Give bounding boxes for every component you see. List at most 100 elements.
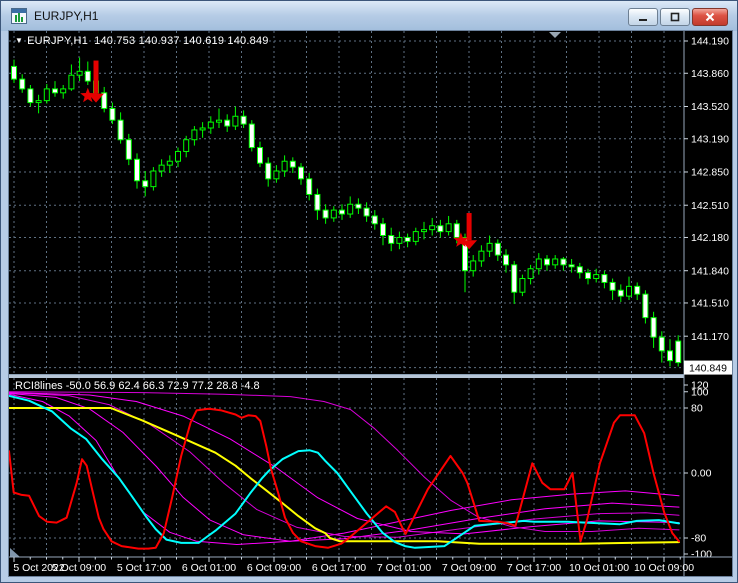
candle-body — [224, 119, 231, 127]
candle-body — [240, 115, 247, 125]
maximize-button[interactable] — [660, 8, 690, 26]
candle-body — [339, 209, 345, 215]
candle-body — [142, 180, 149, 188]
window-titlebar[interactable]: EURJPY,H1 — [1, 1, 737, 31]
candle-body — [667, 350, 673, 362]
candle-body — [134, 158, 140, 182]
candle-body — [306, 178, 313, 195]
candle-body — [519, 278, 526, 293]
symbol-ohlc-label: ▼ EURJPY,H1 140.753 140.937 140.619 140.8… — [15, 35, 269, 47]
candle-body — [675, 340, 682, 364]
candle-body — [35, 100, 42, 104]
symbol-dropdown-icon[interactable]: ▼ — [15, 36, 23, 45]
time-axis-label: 5 Oct 09:00 — [52, 562, 106, 574]
candle-body — [404, 236, 411, 242]
price-axis-label: 144.190 — [691, 36, 729, 48]
candle-body — [183, 139, 190, 152]
indicator-axis-label: -80 — [691, 533, 706, 545]
candle-body — [429, 225, 436, 231]
candle-body — [248, 123, 255, 149]
time-axis-label: 10 Oct 01:00 — [569, 562, 629, 574]
candle-body — [380, 223, 386, 237]
time-axis-label: 7 Oct 17:00 — [507, 562, 561, 574]
maximize-icon — [670, 12, 680, 22]
candle-body — [453, 223, 460, 238]
candle-body — [322, 209, 329, 219]
candle-body — [207, 121, 214, 129]
candle-body — [232, 115, 239, 127]
close-icon — [705, 12, 715, 22]
candle-body — [150, 170, 157, 188]
candle-body — [347, 203, 354, 215]
candle-body — [617, 289, 624, 297]
symbol-timeframe-label: EURJPY,H1 — [27, 35, 89, 47]
candle-body — [298, 166, 304, 180]
indicator-axis-label: -100 — [691, 549, 712, 561]
candle-body — [68, 74, 75, 90]
ohlc-values: 140.753 140.937 140.619 140.849 — [94, 35, 269, 47]
candle-body — [158, 164, 165, 172]
chart-window: EURJPY,H1 ▼ EURJPY,H1 140.753 140.937 140… — [0, 0, 738, 583]
candle-body — [371, 215, 378, 225]
price-axis-label: 143.190 — [691, 133, 729, 145]
candle-body — [265, 162, 272, 180]
indicator-axis-label: 100 — [691, 386, 709, 398]
candle-body — [609, 281, 616, 291]
indicator-axis-label: 80 — [691, 403, 703, 415]
indicator-label: RCI8lines -50.0 56.9 62.4 66.3 72.9 77.2… — [15, 380, 260, 392]
minimize-button[interactable] — [628, 8, 658, 26]
candle-body — [191, 129, 198, 141]
current-price-value: 140.849 — [689, 362, 727, 374]
candle-body — [355, 203, 362, 209]
candle-body — [412, 231, 419, 242]
candle-body — [289, 160, 296, 168]
candle-body — [601, 274, 608, 283]
candle-body — [527, 268, 534, 280]
time-axis-label: 7 Oct 01:00 — [377, 562, 431, 574]
price-axis-label: 143.520 — [691, 101, 729, 113]
window-title: EURJPY,H1 — [34, 9, 99, 23]
price-axis-label: 143.860 — [691, 68, 729, 80]
candle-body — [560, 258, 567, 266]
candle-body — [511, 264, 518, 293]
candle-body — [535, 258, 542, 270]
candle-body — [388, 235, 395, 244]
candle-body — [84, 70, 91, 82]
chart-background[interactable] — [9, 31, 732, 576]
candle-body — [27, 88, 34, 104]
price-axis-label: 142.180 — [691, 232, 729, 244]
chart-client-area: ▼ EURJPY,H1 140.753 140.937 140.619 140.8… — [9, 31, 732, 576]
time-axis-label: 6 Oct 17:00 — [312, 562, 366, 574]
candle-body — [11, 65, 17, 80]
price-axis-label: 142.510 — [691, 200, 729, 212]
candle-body — [650, 317, 657, 338]
candle-body — [166, 160, 173, 166]
candle-body — [314, 193, 321, 211]
candle-body — [658, 336, 665, 352]
close-button[interactable] — [692, 8, 728, 26]
candle-body — [273, 170, 280, 180]
candle-body — [576, 266, 583, 274]
candle-body — [199, 127, 206, 131]
time-axis-label: 7 Oct 09:00 — [442, 562, 496, 574]
time-axis-label: 6 Oct 09:00 — [247, 562, 301, 574]
candle-body — [257, 147, 263, 164]
candle-body — [19, 78, 26, 90]
candle-body — [642, 293, 649, 319]
candle-body — [421, 229, 427, 233]
chart-app-icon — [11, 8, 27, 24]
candle-body — [470, 260, 477, 272]
price-axis-label: 141.170 — [691, 331, 729, 343]
candle-body — [76, 70, 83, 76]
candle-body — [125, 139, 132, 160]
price-axis-label: 142.850 — [691, 167, 729, 179]
time-axis-label: 5 Oct 17:00 — [117, 562, 171, 574]
price-axis-label: 141.510 — [691, 298, 729, 310]
candle-body — [109, 107, 116, 121]
chart-canvas[interactable]: 144.190 143.860 143.520 143.190 142.850 142.5… — [9, 31, 732, 576]
candle-body — [281, 160, 288, 172]
candle-body — [330, 209, 337, 219]
candle-body — [544, 258, 550, 266]
time-axis-label: 6 Oct 01:00 — [182, 562, 236, 574]
candle-body — [585, 272, 591, 280]
